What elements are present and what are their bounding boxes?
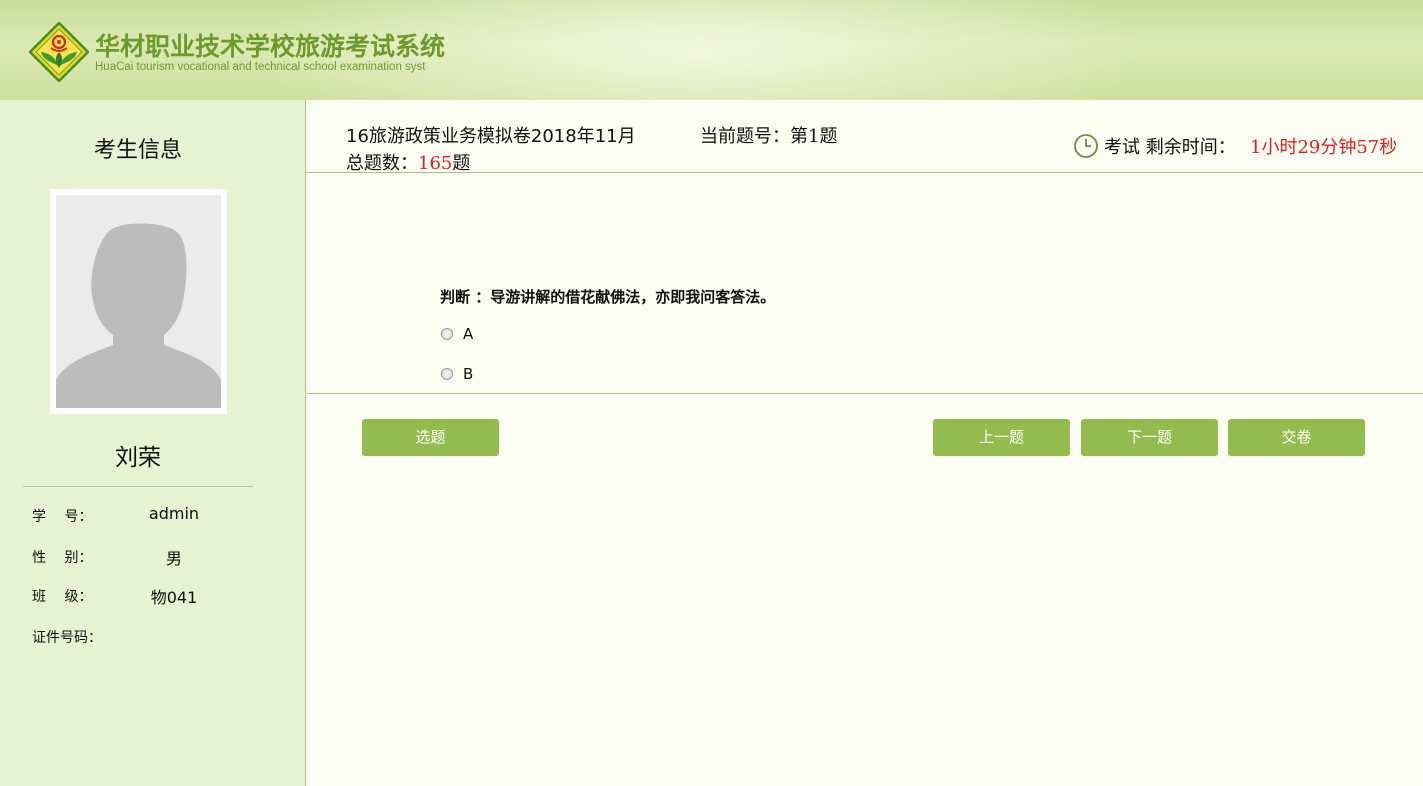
user-silhouette-icon [56, 195, 221, 408]
remaining-time-value: 1小时29分钟57秒 [1250, 137, 1398, 158]
info-label: 证件号码： [32, 630, 102, 646]
exam-main-area: 16旅游政策业务模拟卷2018年11月 当前题号：第1题 总题数：165题 考试… [307, 100, 1423, 786]
sidebar-divider [23, 486, 253, 487]
next-question-button[interactable]: 下一题 [1081, 419, 1218, 456]
previous-question-button[interactable]: 上一题 [933, 419, 1070, 456]
total-questions-unit: 题 [452, 153, 471, 174]
total-questions-label: 总题数： [346, 153, 418, 174]
question-text: 判断 ：导游讲解的借花献佛法，亦即我问客答法。 [440, 288, 776, 306]
submit-exam-button[interactable]: 交卷 [1228, 419, 1365, 456]
app-header: 华材职业技术学校旅游考试系统 HuaCai tourism vocational… [0, 0, 1423, 100]
current-question-label: 当前题号： [700, 126, 790, 147]
question-divider [307, 393, 1423, 394]
info-value: 物041 [150, 588, 198, 607]
total-questions-value: 165 [418, 153, 453, 174]
info-row-id-number: 证件号码： [32, 625, 272, 647]
option-b-radio[interactable] [441, 368, 453, 380]
option-a-label[interactable]: A [463, 325, 473, 343]
info-value: admin [148, 504, 200, 523]
app-title: 华材职业技术学校旅游考试系统 [95, 32, 446, 61]
avatar [50, 189, 227, 414]
remaining-time-label: 考试 剩余时间： [1104, 137, 1236, 158]
option-b-label[interactable]: B [463, 365, 473, 383]
huacai-logo-icon [29, 22, 89, 82]
info-row-student-id: 学 号： admin [32, 504, 272, 526]
student-name: 刘荣 [115, 445, 161, 471]
select-question-button[interactable]: 选题 [362, 419, 499, 456]
info-value: 男 [165, 549, 182, 568]
current-question-indicator: 当前题号：第1题 [700, 122, 837, 148]
info-row-gender: 性 别： 男 [32, 545, 272, 568]
clock-icon [1074, 134, 1098, 158]
header-divider [307, 172, 1423, 173]
candidate-info-panel: 考生信息 刘荣 学 号： admin 性 别： 男 班 级： 物041 证件号码… [0, 100, 306, 786]
current-question-value: 第1题 [790, 126, 838, 147]
info-row-class: 班 级： 物041 [32, 584, 272, 607]
exam-name: 16旅游政策业务模拟卷2018年11月 [346, 126, 636, 147]
option-a-radio[interactable] [441, 328, 453, 340]
candidate-info-title: 考生信息 [93, 138, 182, 163]
app-subtitle: HuaCai tourism vocational and technical … [95, 61, 426, 73]
